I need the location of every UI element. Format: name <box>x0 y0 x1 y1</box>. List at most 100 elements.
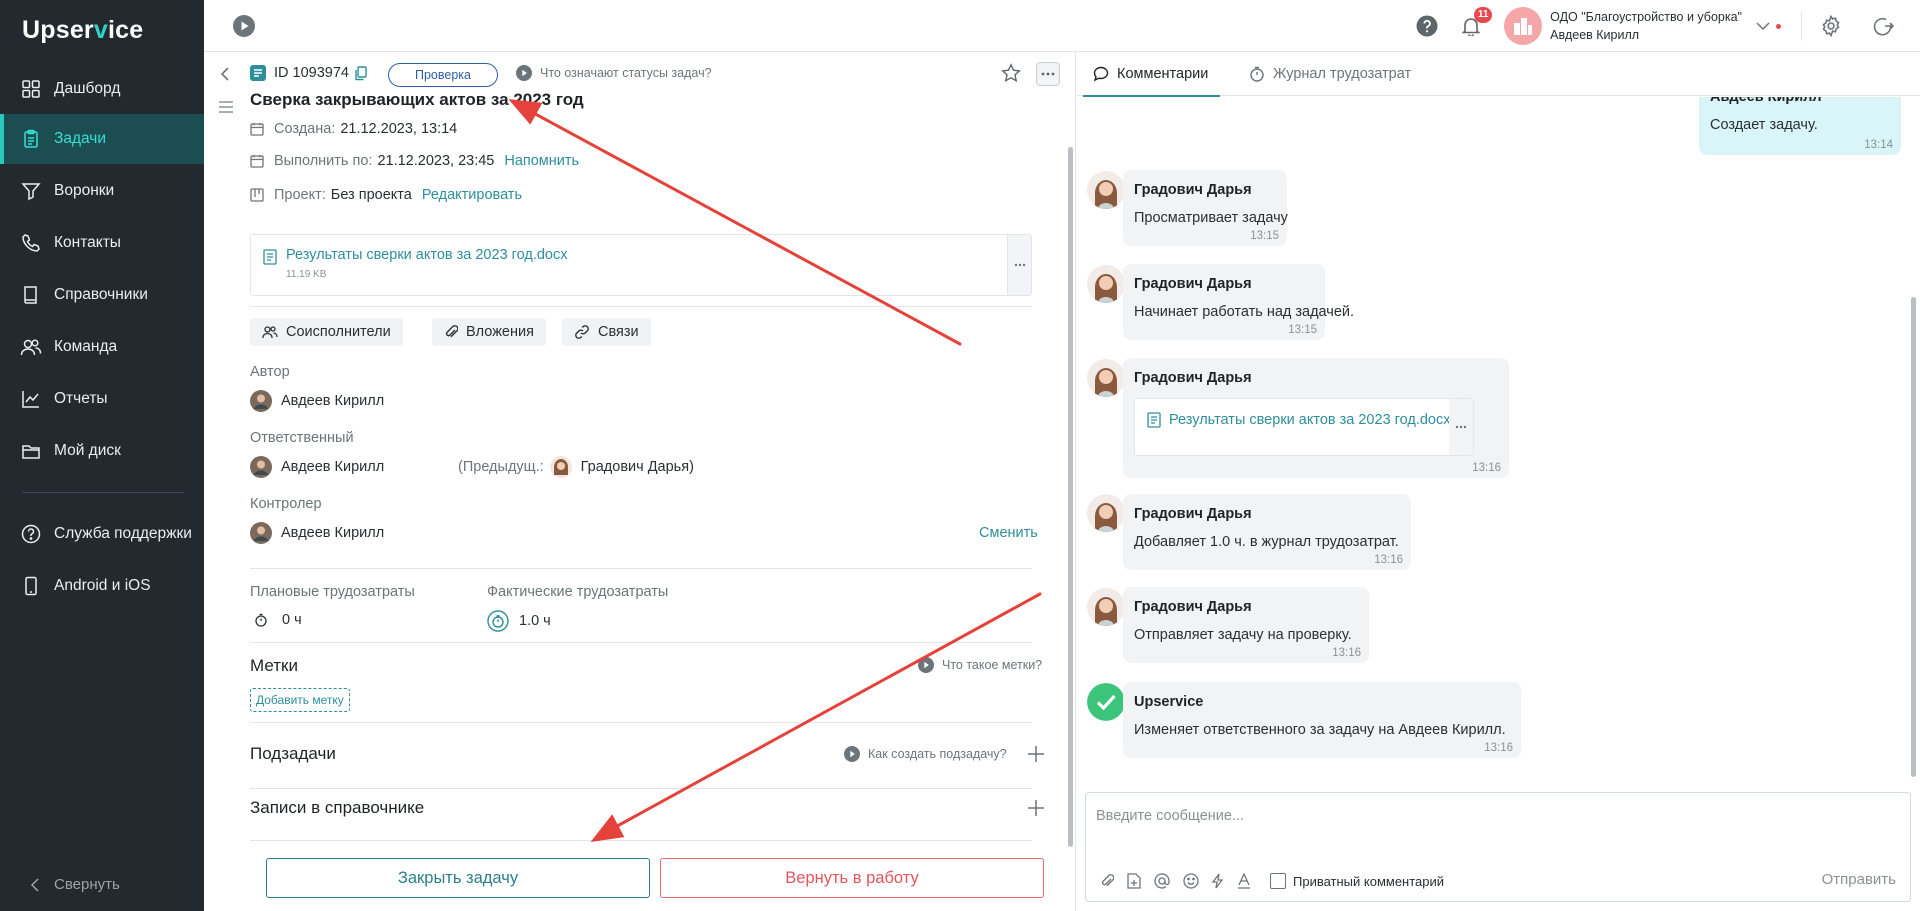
attachment-more-button[interactable] <box>1449 399 1473 455</box>
collapse-sidebar-button[interactable]: Свернуть <box>30 876 120 893</box>
sidebar-item-label: Команда <box>54 338 118 355</box>
comment-attachment: Результаты сверки актов за 2023 год.docx <box>1134 398 1474 456</box>
top-bar: 11 ОДО "Благоустройство и уборка" Авдеев… <box>204 0 1920 52</box>
actual-effort[interactable]: 1.0 ч <box>487 610 551 632</box>
private-comment-toggle[interactable]: Приватный комментарий <box>1270 873 1444 889</box>
attachments-button[interactable]: Вложения <box>432 318 546 346</box>
play-video-icon <box>844 746 860 762</box>
responsible-row[interactable]: Авдеев Кирилл <box>250 456 384 478</box>
return-to-work-button[interactable]: Вернуть в работу <box>660 858 1044 898</box>
stopwatch-icon <box>1249 66 1265 82</box>
avatar <box>1087 683 1125 721</box>
organization-avatar[interactable] <box>1504 7 1543 45</box>
comment-time: 13:15 <box>1288 324 1317 336</box>
message-input[interactable] <box>1096 801 1896 831</box>
links-button[interactable]: Связи <box>562 318 651 346</box>
scrollbar[interactable] <box>1911 297 1916 777</box>
team-icon <box>20 336 42 358</box>
paperclip-icon[interactable] <box>1100 873 1114 889</box>
add-file-icon[interactable] <box>1127 873 1141 889</box>
sidebar-item-directories[interactable]: Справочники <box>0 270 204 320</box>
text-format-icon[interactable] <box>1237 873 1251 889</box>
send-button[interactable]: Отправить <box>1822 871 1896 888</box>
more-options-button[interactable] <box>1036 62 1060 86</box>
due-value[interactable]: 21.12.2023, 23:45 <box>377 153 494 169</box>
comment-item: Авдеев Кирилл Создает задачу. 13:14 <box>1699 97 1901 155</box>
author-label: Автор <box>250 364 290 380</box>
sidebar-divider <box>22 492 184 493</box>
comment-time: 13:16 <box>1472 462 1501 474</box>
collapse-label: Свернуть <box>54 876 120 893</box>
sidebar-item-my-disk[interactable]: Мой диск <box>0 426 204 476</box>
notifications-button[interactable]: 11 <box>1462 7 1493 36</box>
status-help-link[interactable]: Что означают статусы задач? <box>516 65 712 81</box>
change-controller-link[interactable]: Сменить <box>979 525 1038 541</box>
app-logo[interactable]: Upservice <box>22 16 143 45</box>
comment-text: Отправляет задачу на проверку. <box>1134 627 1352 643</box>
controller-row[interactable]: Авдеев Кирилл <box>250 522 384 544</box>
subtasks-title: Подзадачи <box>250 744 336 763</box>
comment-author: Авдеев Кирилл <box>1710 97 1822 105</box>
link-icon <box>574 324 590 340</box>
tab-effort-log[interactable]: Журнал трудозатрат <box>1249 52 1411 96</box>
emoji-icon[interactable] <box>1183 873 1199 889</box>
menu-icon[interactable] <box>218 100 234 114</box>
attachment-name[interactable]: Результаты сверки актов за 2023 год.docx <box>286 247 568 263</box>
sidebar-item-label: Справочники <box>54 286 148 303</box>
sidebar-item-label: Служба поддержки <box>54 525 192 542</box>
avatar <box>1087 588 1125 626</box>
comment-item: Upservice Изменяет ответственного за зад… <box>1123 682 1521 758</box>
topbar-divider <box>1801 11 1802 41</box>
sidebar-item-reports[interactable]: Отчеты <box>0 374 204 424</box>
subtasks-help-link[interactable]: Как создать подзадачу? <box>844 746 1007 762</box>
chat-bubble-icon <box>1093 66 1109 82</box>
comment-author: Upservice <box>1134 694 1204 710</box>
play-video-icon[interactable] <box>232 14 256 38</box>
add-subtask-plus-icon[interactable] <box>1027 745 1045 763</box>
planned-effort[interactable]: 0 ч <box>254 612 302 628</box>
add-record-plus-icon[interactable] <box>1027 799 1045 817</box>
comment-attachment-name[interactable]: Результаты сверки актов за 2023 год.docx <box>1169 412 1451 428</box>
gear-icon[interactable] <box>1820 15 1842 37</box>
sidebar-item-support[interactable]: Служба поддержки <box>0 509 204 559</box>
planned-effort-label: Плановые трудозатраты <box>250 584 415 600</box>
status-badge[interactable]: Проверка <box>388 63 498 87</box>
task-id-text: ID 1093974 <box>274 65 349 81</box>
chevron-down-icon[interactable] <box>1756 21 1770 31</box>
private-comment-checkbox[interactable] <box>1270 873 1286 889</box>
author-name: Авдеев Кирилл <box>281 393 385 409</box>
tags-help-link[interactable]: Что такое метки? <box>918 657 1042 673</box>
scrollbar[interactable] <box>1068 147 1073 847</box>
composer-toolbar: Приватный комментарий <box>1100 873 1444 889</box>
logout-icon[interactable] <box>1872 15 1894 37</box>
mention-icon[interactable] <box>1154 873 1170 889</box>
sidebar-item-contacts[interactable]: Контакты <box>0 218 204 268</box>
back-chevron-icon[interactable] <box>220 66 230 82</box>
edit-project-link[interactable]: Редактировать <box>422 187 522 203</box>
copy-icon[interactable] <box>355 65 367 81</box>
lightning-icon[interactable] <box>1212 873 1224 889</box>
created-label: Создана: <box>274 121 336 137</box>
help-icon[interactable] <box>1416 15 1438 37</box>
comment-text: Создает задачу. <box>1710 117 1818 133</box>
coexecutors-button[interactable]: Соисполнители <box>250 318 403 346</box>
divider <box>250 306 1032 307</box>
attachment-more-button[interactable] <box>1007 235 1031 295</box>
divider <box>250 722 1032 723</box>
sidebar-item-funnels[interactable]: Воронки <box>0 166 204 216</box>
more-vertical-icon <box>1014 263 1026 267</box>
sidebar-item-dashboard[interactable]: Дашборд <box>0 64 204 114</box>
remind-link[interactable]: Напомнить <box>504 153 579 169</box>
sidebar-item-team[interactable]: Команда <box>0 322 204 372</box>
author-row[interactable]: Авдеев Кирилл <box>250 390 384 412</box>
project-value: Без проекта <box>330 187 412 203</box>
sidebar-item-mobile[interactable]: Android и iOS <box>0 561 204 611</box>
organization-info[interactable]: ОДО "Благоустройство и уборка" Авдеев Ки… <box>1550 8 1742 44</box>
chip-label: Вложения <box>466 324 534 340</box>
close-task-button[interactable]: Закрыть задачу <box>266 858 650 898</box>
tab-comments[interactable]: Комментарии <box>1082 52 1221 97</box>
add-tag-button[interactable]: Добавить метку <box>250 688 350 712</box>
comment-time: 13:14 <box>1864 139 1893 151</box>
star-icon[interactable] <box>1001 63 1021 83</box>
sidebar-item-tasks[interactable]: Задачи <box>0 114 204 164</box>
